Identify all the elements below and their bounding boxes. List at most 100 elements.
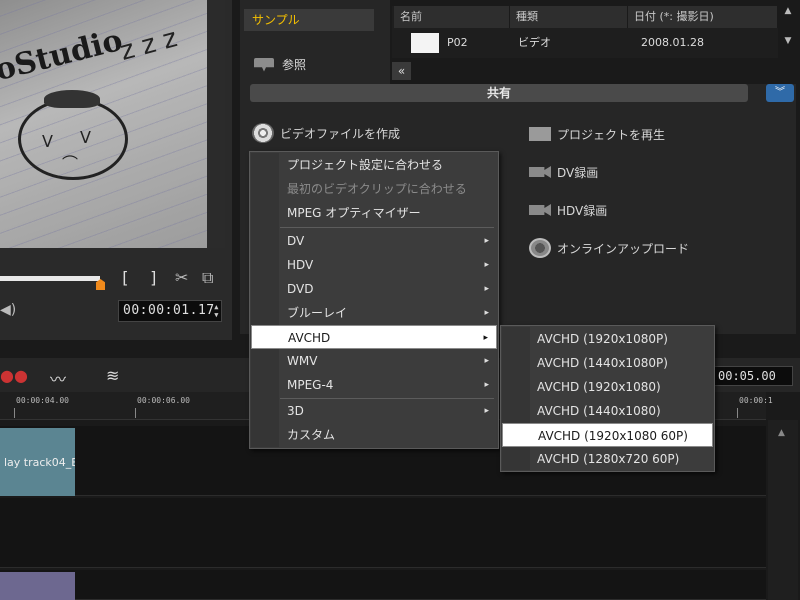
sketch-hair: [44, 90, 100, 108]
preview-timecode[interactable]: 00:00:01.17 ▲ ▼: [118, 300, 222, 322]
menu-item-label: AVCHD: [288, 331, 331, 345]
ruler-label: 00:00:04.00: [16, 396, 69, 405]
file-name-cell[interactable]: P02: [447, 34, 468, 52]
audio-waveform-icon[interactable]: 〰: [50, 366, 66, 390]
browse-label: 参照: [282, 58, 307, 72]
menu-item-mpeg-optimizer[interactable]: MPEG オプティマイザー: [251, 201, 497, 225]
ruler-label: 00:00:1: [739, 396, 773, 405]
menu-item-avchd[interactable]: AVCHD ▸: [251, 325, 497, 349]
globe-upload-icon: [529, 238, 551, 258]
avchd-option-1440x1080p[interactable]: AVCHD (1440x1080P): [502, 351, 713, 375]
file-thumbnail[interactable]: [411, 33, 439, 53]
menu-item-label: DV: [287, 234, 305, 248]
scissors-icon[interactable]: ✂: [175, 268, 188, 287]
app-window: oStudio z z z ᐯ ᐯ ⌒ [ ] ✂ ⧉ ◀) 00:00:01.…: [0, 0, 800, 600]
menu-item-project-settings[interactable]: プロジェクト設定に合わせる: [251, 153, 497, 177]
create-video-menu: プロジェクト設定に合わせる 最初のビデオクリップに合わせる MPEG オプティマ…: [249, 151, 499, 449]
menu-item-dvd[interactable]: DVD ▸: [251, 277, 497, 301]
menu-item-label: 最初のビデオクリップに合わせる: [287, 182, 467, 196]
menu-item-label: カスタム: [287, 428, 336, 442]
preview-timecode-value: 00:00:01.17: [123, 303, 215, 318]
chevron-right-icon: ▸: [484, 380, 489, 390]
play-project-option[interactable]: プロジェクトを再生: [529, 124, 665, 144]
online-upload-label: オンラインアップロード: [557, 241, 690, 256]
camcorder-icon: [529, 204, 551, 216]
library-collapse-button[interactable]: «: [392, 62, 411, 80]
play-project-label: プロジェクトを再生: [557, 127, 666, 142]
file-date-cell: 2008.01.28: [641, 36, 704, 49]
column-header-type[interactable]: 種類: [510, 6, 628, 28]
table-scrollbar[interactable]: ▲ ▼: [780, 6, 796, 58]
column-header-name[interactable]: 名前: [394, 6, 510, 28]
avchd-option-1920x1080-60p[interactable]: AVCHD (1920x1080 60P): [502, 423, 713, 447]
menu-item-mpeg4[interactable]: MPEG-4 ▸: [251, 373, 497, 397]
create-video-label: ビデオファイルを作成: [280, 126, 401, 141]
chevron-right-icon: ▸: [484, 406, 489, 416]
share-header: 共有: [250, 84, 748, 102]
dv-record-option[interactable]: DV録画: [529, 162, 598, 182]
mark-in-button[interactable]: [: [120, 268, 130, 287]
avchd-option-1920x1080p[interactable]: AVCHD (1920x1080P): [502, 327, 713, 351]
menu-item-hdv[interactable]: HDV ▸: [251, 253, 497, 277]
timeline-timecode[interactable]: 00:05.00: [713, 366, 793, 386]
avchd-submenu: AVCHD (1920x1080P) AVCHD (1440x1080P) AV…: [500, 325, 715, 472]
ruler-label: 00:00:06.00: [137, 396, 190, 405]
create-video-option[interactable]: ビデオファイルを作成: [252, 123, 400, 143]
ruler-tick: [135, 408, 136, 418]
menu-item-label: ブルーレイ: [287, 306, 348, 320]
timeline-track[interactable]: [0, 498, 766, 568]
library-folder-sample[interactable]: サンプル: [244, 9, 374, 31]
menu-item-label: AVCHD (1920x1080): [537, 380, 661, 394]
chevron-right-icon: ▸: [484, 356, 489, 366]
menu-item-3d[interactable]: 3D ▸: [251, 399, 497, 423]
overlay-clip[interactable]: [0, 572, 75, 600]
avchd-option-1920x1080[interactable]: AVCHD (1920x1080): [502, 375, 713, 399]
menu-item-wmv[interactable]: WMV ▸: [251, 349, 497, 373]
share-expand-button[interactable]: ︾: [766, 84, 794, 102]
film-play-icon: [529, 127, 551, 141]
auto-music-icon[interactable]: ≋: [106, 366, 119, 385]
chevron-right-icon: ▸: [483, 333, 488, 343]
menu-item-label: AVCHD (1440x1080P): [537, 356, 668, 370]
ruler-tick: [14, 408, 15, 418]
menu-item-label: 3D: [287, 404, 304, 418]
menu-item-label: MPEG オプティマイザー: [287, 206, 421, 220]
avchd-option-1280x720-60p[interactable]: AVCHD (1280x720 60P): [502, 447, 713, 471]
timeline-scrollbar[interactable]: ▲: [768, 420, 798, 600]
column-header-date[interactable]: 日付 (*: 撮影日): [628, 6, 778, 28]
menu-item-label: AVCHD (1920x1080P): [537, 332, 668, 346]
menu-item-custom[interactable]: カスタム: [251, 423, 497, 447]
chevron-right-icon: ▸: [484, 308, 489, 318]
browse-icon: [254, 57, 274, 72]
menu-item-dv[interactable]: DV ▸: [251, 229, 497, 253]
mark-out-button[interactable]: ]: [149, 268, 159, 287]
menu-item-label: プロジェクト設定に合わせる: [287, 158, 444, 172]
menu-item-label: WMV: [287, 354, 318, 368]
timeline-track[interactable]: [0, 570, 766, 600]
menu-item-label: AVCHD (1280x720 60P): [537, 452, 680, 466]
chevron-right-icon: ▸: [484, 260, 489, 270]
record-icon[interactable]: ●●: [0, 366, 28, 385]
chevron-right-icon: ▸: [484, 236, 489, 246]
volume-icon[interactable]: ◀): [0, 302, 16, 318]
library-browse-button[interactable]: 参照: [254, 56, 306, 73]
sketch-mouth: ⌒: [62, 154, 79, 173]
menu-item-label: HDV: [287, 258, 314, 272]
avchd-option-1440x1080[interactable]: AVCHD (1440x1080): [502, 399, 713, 423]
preview-frame: oStudio z z z ᐯ ᐯ ⌒: [0, 0, 207, 248]
film-reel-icon: [252, 123, 274, 143]
menu-item-bluray[interactable]: ブルーレイ ▸: [251, 301, 497, 325]
timecode-spin-icon[interactable]: ▲ ▼: [214, 303, 219, 319]
sketch-eye-right: ᐯ: [80, 128, 91, 147]
preview-scrubber[interactable]: [0, 276, 100, 281]
online-upload-option[interactable]: オンラインアップロード: [529, 238, 689, 258]
menu-item-label: MPEG-4: [287, 378, 334, 392]
dv-record-label: DV録画: [557, 165, 599, 180]
hdv-record-option[interactable]: HDV録画: [529, 200, 607, 220]
chevron-right-icon: ▸: [484, 284, 489, 294]
video-clip[interactable]: lay track04_E: [0, 428, 75, 496]
menu-item-first-clip: 最初のビデオクリップに合わせる: [251, 177, 497, 201]
scroll-up-icon[interactable]: ▲: [778, 428, 785, 438]
ruler-tick: [737, 408, 738, 418]
copy-frame-icon[interactable]: ⧉: [202, 268, 213, 288]
